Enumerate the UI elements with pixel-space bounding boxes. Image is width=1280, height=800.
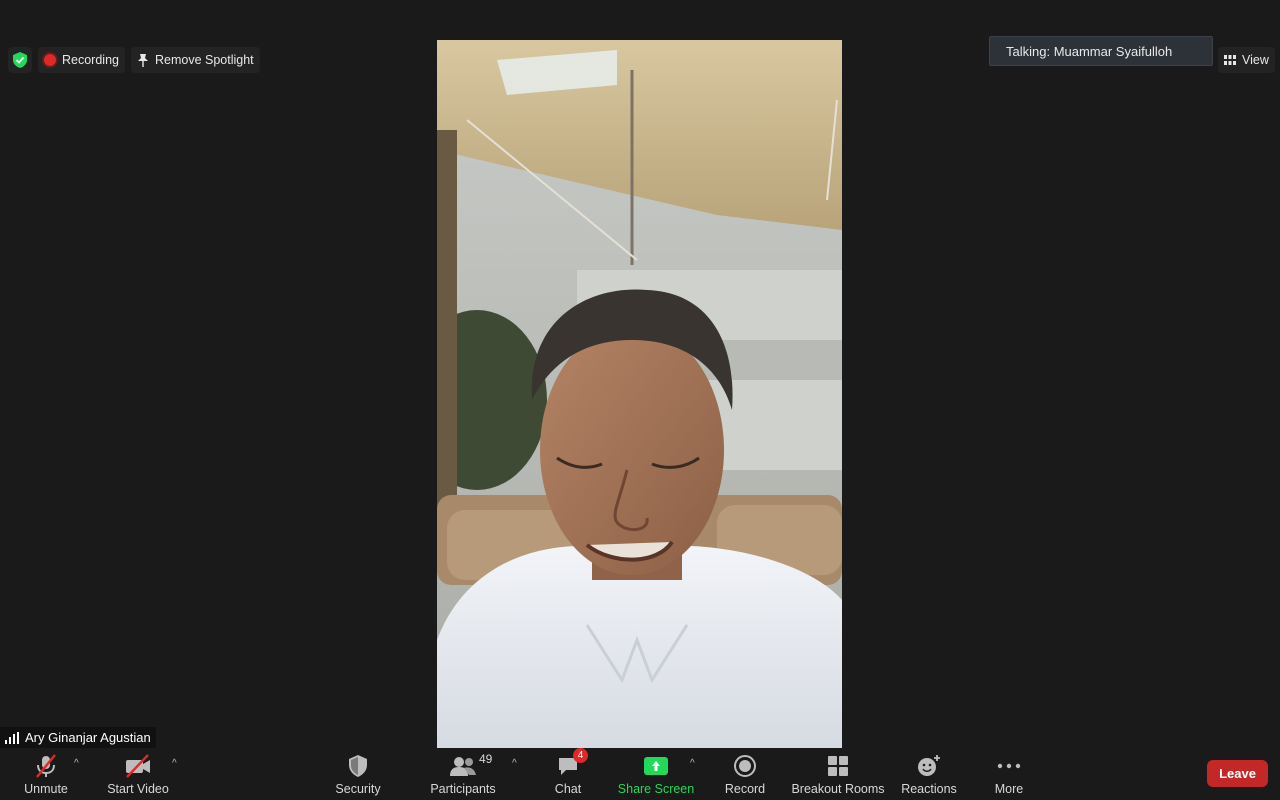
grid-view-icon [1224,55,1236,65]
recording-dot-icon [44,54,56,66]
shield-icon [347,752,369,780]
leave-label: Leave [1219,766,1256,781]
participants-options-chevron-icon[interactable]: ^ [512,758,517,769]
share-screen-button[interactable]: Share Screen [617,748,695,800]
security-label: Security [335,782,381,796]
meeting-stage: Recording Remove Spotlight Talking: Muam… [0,0,1280,748]
unmute-button[interactable]: Unmute [18,748,74,800]
chat-bubble-icon: 4 [556,748,588,780]
breakout-rooms-label: Breakout Rooms [791,782,885,796]
audio-options-chevron-icon[interactable]: ^ [74,758,79,769]
signal-strength-icon [5,731,19,744]
participants-icon: 49 [449,752,492,780]
chat-button[interactable]: 4 Chat [548,748,588,800]
record-icon [733,752,757,780]
participant-name-tag: Ary Ginanjar Agustian [0,727,156,748]
participants-button[interactable]: 49 Participants [428,748,498,800]
breakout-rooms-button[interactable]: Breakout Rooms [791,748,885,800]
smiley-plus-icon [916,752,942,780]
security-button[interactable]: Security [332,748,384,800]
meeting-toolbar: Unmute ^ Start Video ^ Security 49 Parti… [0,748,1280,800]
top-left-controls: Recording Remove Spotlight [8,47,260,73]
remove-spotlight-label: Remove Spotlight [154,53,254,67]
reactions-button[interactable]: Reactions [900,748,958,800]
participant-video [437,40,842,748]
video-options-chevron-icon[interactable]: ^ [172,758,177,769]
participants-label: Participants [430,782,496,796]
remove-spotlight-button[interactable]: Remove Spotlight [130,47,260,73]
share-screen-label: Share Screen [617,782,695,796]
more-dots-icon [997,752,1021,780]
shield-check-icon [13,52,27,68]
muted-microphone-icon [33,752,59,780]
more-button[interactable]: More [990,748,1028,800]
more-label: More [994,782,1024,796]
view-button[interactable]: View [1218,47,1275,73]
recording-indicator[interactable]: Recording [38,47,125,73]
chat-label: Chat [554,782,582,796]
record-button[interactable]: Record [722,748,768,800]
share-screen-icon-wrap [644,752,668,780]
participant-name: Ary Ginanjar Agustian [25,730,151,745]
video-off-icon [124,752,152,780]
talking-text: Talking: Muammar Syaifulloh [1006,43,1173,59]
start-video-button[interactable]: Start Video [105,748,171,800]
pin-icon [137,54,148,67]
security-status-button[interactable] [8,47,32,73]
share-options-chevron-icon[interactable]: ^ [690,758,695,769]
share-screen-icon [644,757,668,775]
recording-label: Recording [62,53,119,67]
record-label: Record [724,782,766,796]
leave-button[interactable]: Leave [1207,760,1268,787]
talking-indicator: Talking: Muammar Syaifulloh [989,36,1213,66]
view-label: View [1242,53,1269,67]
participants-count: 49 [479,752,493,766]
reactions-label: Reactions [901,782,957,796]
video-frame [437,40,842,748]
breakout-rooms-icon [827,752,849,780]
chat-unread-badge: 4 [573,748,588,763]
start-video-label: Start Video [107,782,169,796]
unmute-label: Unmute [24,782,68,796]
